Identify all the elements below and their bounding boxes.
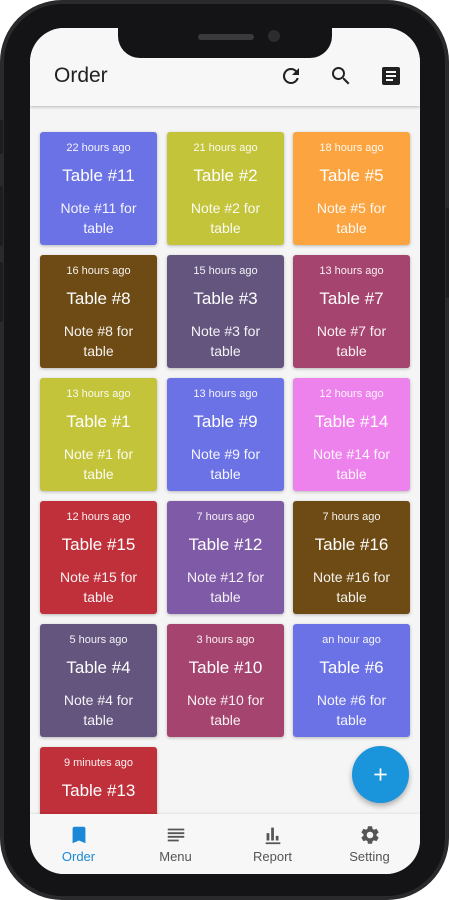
order-table-name: Table #15 (61, 535, 136, 554)
order-table-name: Table #7 (319, 289, 384, 308)
order-note: Note #5 for table (316, 200, 387, 236)
speaker (198, 34, 254, 40)
order-time: 12 hours ago (66, 511, 131, 523)
order-note: Note #2 for table (190, 200, 261, 236)
order-note: Note #14 for table (312, 446, 391, 482)
front-camera (268, 30, 280, 42)
order-table-name: Table #9 (193, 412, 258, 431)
order-table-name: Table #16 (314, 535, 389, 554)
order-time: an hour ago (322, 634, 381, 646)
order-card[interactable]: 9 minutes agoTable #13Note #13 for table (40, 747, 157, 814)
order-note: Note #4 for table (63, 692, 134, 728)
order-time: 9 minutes ago (63, 757, 134, 769)
add-order-button[interactable] (352, 746, 409, 803)
order-time: 16 hours ago (66, 265, 131, 277)
order-table-name: Table #10 (188, 658, 263, 677)
gear-icon (359, 824, 381, 846)
order-note: Note #9 for table (190, 446, 261, 482)
order-note: Note #10 for table (186, 692, 265, 728)
order-table-name: Table #4 (66, 658, 131, 677)
nav-item-setting[interactable]: Setting (321, 814, 418, 874)
order-note: Note #6 for table (316, 692, 387, 728)
bar-chart-icon (262, 824, 284, 846)
order-card[interactable]: 13 hours ago Table #9 Note #9 for table (167, 378, 284, 491)
order-card[interactable]: 22 hours ago Table #11 Note #11 for table (40, 132, 157, 245)
order-note: Note #3 for table (190, 323, 261, 359)
order-time: 22 hours ago (66, 142, 131, 154)
order-note: Note #8 for table (63, 323, 134, 359)
nav-item-order[interactable]: Order (30, 814, 127, 874)
notch (118, 28, 332, 58)
order-note: Note #7 for table (316, 323, 387, 359)
page-title: Order (54, 64, 108, 87)
order-time: 18 hours ago (319, 142, 384, 154)
order-card[interactable]: 18 hours ago Table #5 Note #5 for table (293, 132, 410, 245)
volume-down-button (0, 262, 3, 322)
order-time: 7 hours ago (196, 511, 255, 523)
order-card[interactable]: 7 hours ago Table #12 Note #12 for table (167, 501, 284, 614)
order-table-name: Table #13 (61, 781, 136, 800)
order-card[interactable]: 5 hours ago Table #4 Note #4 for table (40, 624, 157, 737)
order-table-name: Table #5 (319, 166, 384, 185)
order-card[interactable]: 12 hours ago Table #15 Note #15 for table (40, 501, 157, 614)
order-note: Note #1 for table (63, 446, 134, 482)
refresh-icon[interactable] (279, 64, 303, 88)
order-card[interactable]: an hour ago Table #6 Note #6 for table (293, 624, 410, 737)
order-card[interactable]: 12 hours ago Table #14 Note #14 for table (293, 378, 410, 491)
order-table-name: Table #11 (62, 166, 135, 185)
order-note: Note #12 for table (186, 569, 265, 605)
order-card[interactable]: 13 hours ago Table #1 Note #1 for table (40, 378, 157, 491)
plus-icon (374, 768, 387, 781)
nav-label-report: Report (252, 849, 293, 864)
order-time: 15 hours ago (193, 265, 258, 277)
order-table-name: Table #2 (193, 166, 258, 185)
order-time: 3 hours ago (196, 634, 255, 646)
order-time: 13 hours ago (193, 388, 258, 400)
receipt-icon[interactable] (379, 64, 403, 88)
order-table-name: Table #6 (319, 658, 384, 677)
mute-switch (0, 120, 3, 154)
nav-label-order: Order (61, 849, 96, 864)
order-time: 12 hours ago (319, 388, 384, 400)
nav-label-menu: Menu (159, 849, 192, 864)
bottom-navigation: Order Menu Report Setting (30, 814, 420, 874)
nav-label-setting: Setting (349, 849, 390, 864)
order-table-name: Table #8 (66, 289, 131, 308)
app-screen: Order 22 hours ago Table #11 Note #11 for … (30, 28, 420, 874)
nav-item-report[interactable]: Report (224, 814, 321, 874)
order-time: 13 hours ago (66, 388, 131, 400)
order-table-name: Table #12 (188, 535, 263, 554)
order-card[interactable]: 16 hours ago Table #8 Note #8 for table (40, 255, 157, 368)
order-grid: 22 hours ago Table #11 Note #11 for table 2… (30, 106, 420, 814)
order-note: Note #11 for table (60, 200, 137, 236)
order-card[interactable]: 13 hours ago Table #7 Note #7 for table (293, 255, 410, 368)
order-time: 7 hours ago (322, 511, 381, 523)
order-card[interactable]: 7 hours ago Table #16 Note #16 for table (293, 501, 410, 614)
bookmark-icon (68, 824, 90, 846)
order-card[interactable]: 21 hours ago Table #2 Note #2 for table (167, 132, 284, 245)
order-card[interactable]: 15 hours ago Table #3 Note #3 for table (167, 255, 284, 368)
order-card[interactable]: 3 hours ago Table #10 Note #10 for table (167, 624, 284, 737)
order-time: 21 hours ago (193, 142, 258, 154)
phone-frame: Order 22 hours ago Table #11 Note #11 for … (0, 0, 449, 900)
order-table-name: Table #1 (66, 412, 131, 431)
order-note: Note #15 for table (59, 569, 138, 605)
search-icon[interactable] (329, 64, 353, 88)
order-table-name: Table #14 (314, 412, 389, 431)
nav-item-menu[interactable]: Menu (127, 814, 224, 874)
volume-up-button (0, 186, 3, 246)
order-table-name: Table #3 (193, 289, 258, 308)
order-note: Note #16 for table (312, 569, 391, 605)
menu-lines-icon (165, 824, 187, 846)
order-time: 13 hours ago (319, 265, 384, 277)
order-time: 5 hours ago (69, 634, 128, 646)
